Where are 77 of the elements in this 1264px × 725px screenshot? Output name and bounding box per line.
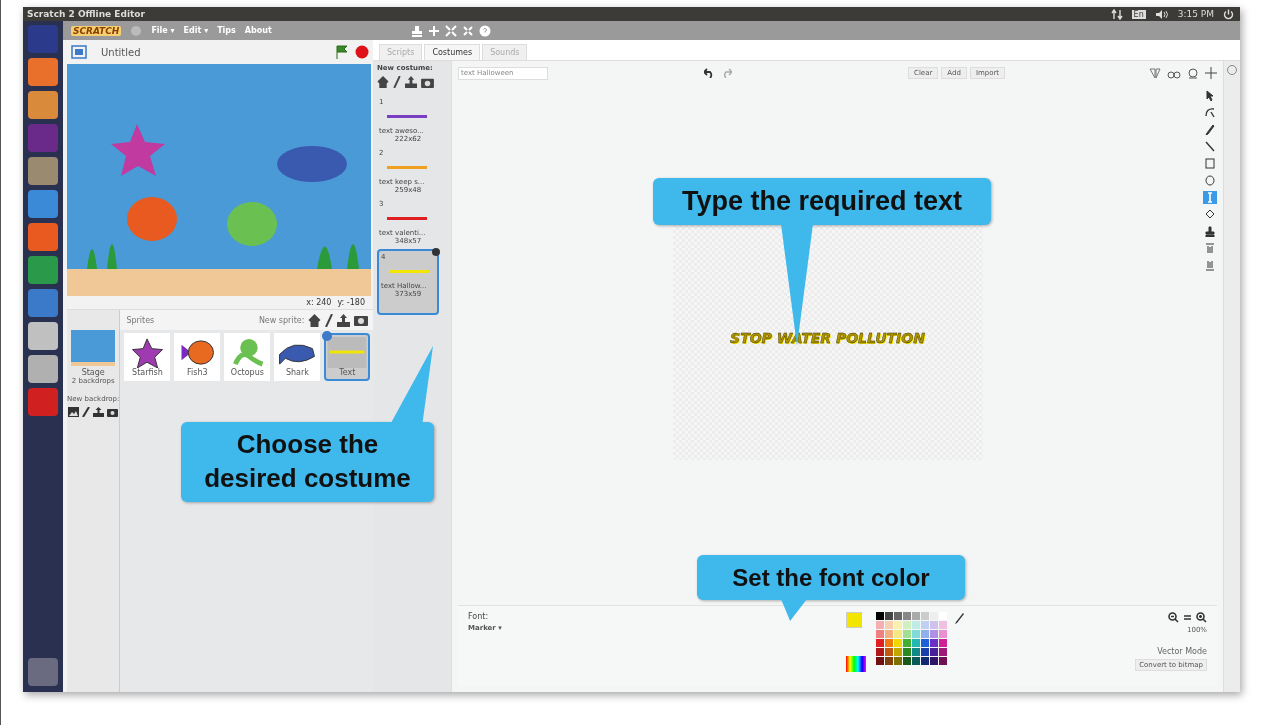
tab[interactable]: Costumes (424, 44, 481, 60)
camera-icon[interactable] (107, 407, 119, 417)
expand-icon[interactable] (444, 24, 457, 37)
sprite-tile[interactable]: Text (324, 333, 371, 381)
font-label: Font: (468, 612, 490, 621)
stamp-icon[interactable] (410, 24, 423, 37)
color-palette[interactable] (876, 612, 948, 665)
costume-library-icon[interactable] (377, 76, 389, 88)
paintbrush-icon[interactable] (325, 313, 334, 327)
text-tool-icon (1205, 192, 1215, 203)
fill-color-swatch[interactable] (846, 612, 863, 628)
flag-icon[interactable] (335, 45, 349, 59)
grow-icon[interactable] (427, 24, 440, 37)
upload-icon[interactable] (405, 76, 417, 88)
camera-icon[interactable] (354, 314, 369, 326)
callout-pointer (781, 599, 807, 621)
back-tool-button[interactable] (1203, 259, 1217, 272)
front-tool-icon (1205, 243, 1215, 254)
sprite-name: Text (339, 368, 356, 377)
crosshair-icon[interactable] (1205, 67, 1217, 79)
line-tool-button[interactable] (1203, 140, 1217, 153)
mode-label: Vector Mode (1157, 647, 1207, 656)
sprite-name: Starfish (132, 368, 163, 377)
power-icon[interactable] (1223, 8, 1234, 20)
fullscreen-icon[interactable] (71, 45, 87, 59)
sprite-tile[interactable]: Starfish (124, 333, 171, 381)
upload-icon[interactable] (93, 407, 105, 417)
mouse-x-readout: x: 240 (306, 298, 332, 307)
sprite-library-icon[interactable] (308, 313, 322, 327)
scratch-logo: SCRATCH (71, 25, 122, 36)
rect-tool-icon (1205, 158, 1215, 169)
project-title[interactable]: Untitled (101, 46, 141, 58)
undo-icon[interactable] (704, 68, 715, 78)
eyedropper-icon[interactable] (953, 612, 966, 626)
stamp-tool-icon (1205, 226, 1215, 237)
ellipse-tool-button[interactable] (1203, 174, 1217, 187)
window-title: Scratch 2 Offline Editor (27, 9, 145, 19)
stamp-tool-button[interactable] (1203, 225, 1217, 238)
zoom-in-icon[interactable] (1196, 612, 1207, 623)
reshape-tool-button[interactable] (1203, 106, 1217, 119)
paintbrush-icon[interactable] (393, 76, 401, 88)
sprite-thumbnail (327, 337, 368, 368)
zoom-reset-icon[interactable] (1183, 612, 1192, 623)
sprite-name: Shark (285, 368, 309, 377)
clock[interactable]: 3:15 PM (1177, 9, 1214, 19)
pencil-tool-button[interactable] (1203, 123, 1217, 136)
volume-icon[interactable] (1154, 8, 1169, 20)
keyboard-layout-indicator[interactable]: En (1131, 9, 1146, 19)
network-icon[interactable] (1110, 8, 1123, 20)
select-tool-icon (1205, 90, 1215, 101)
fill-tool-button[interactable] (1203, 208, 1217, 221)
sprite-tile[interactable]: Shark (274, 333, 321, 381)
sprite-name: Octopus (230, 368, 264, 377)
back-tool-icon (1205, 260, 1215, 271)
color-picker-icon[interactable] (846, 656, 867, 672)
stop-icon[interactable] (355, 45, 369, 59)
sprite-name: Fish3 (187, 368, 208, 377)
reshape-tool-icon (1205, 107, 1215, 118)
pencil-tool-icon (1205, 124, 1215, 135)
sprite-tile[interactable]: Octopus (224, 333, 271, 381)
stage-thumbnail[interactable] (71, 330, 116, 366)
paintbrush-icon[interactable] (82, 407, 91, 417)
line-tool-icon (1205, 141, 1215, 152)
stage-label: Stage (81, 368, 105, 377)
delete-icon[interactable] (432, 248, 440, 256)
new-sprite-label: New sprite: (258, 315, 305, 325)
fill-tool-icon (1205, 209, 1215, 220)
camera-icon[interactable] (421, 76, 434, 88)
sprites-heading: Sprites (126, 315, 155, 325)
mouse-y-readout: y: -180 (337, 298, 365, 307)
image-icon[interactable] (68, 407, 80, 417)
sprite-tile[interactable]: Fish3 (174, 333, 221, 381)
info-icon[interactable] (322, 331, 333, 341)
upload-icon[interactable] (337, 313, 351, 327)
ellipse-tool-icon (1205, 175, 1215, 186)
zoom-out-icon[interactable] (1168, 612, 1179, 623)
shrink-icon[interactable] (461, 24, 474, 37)
